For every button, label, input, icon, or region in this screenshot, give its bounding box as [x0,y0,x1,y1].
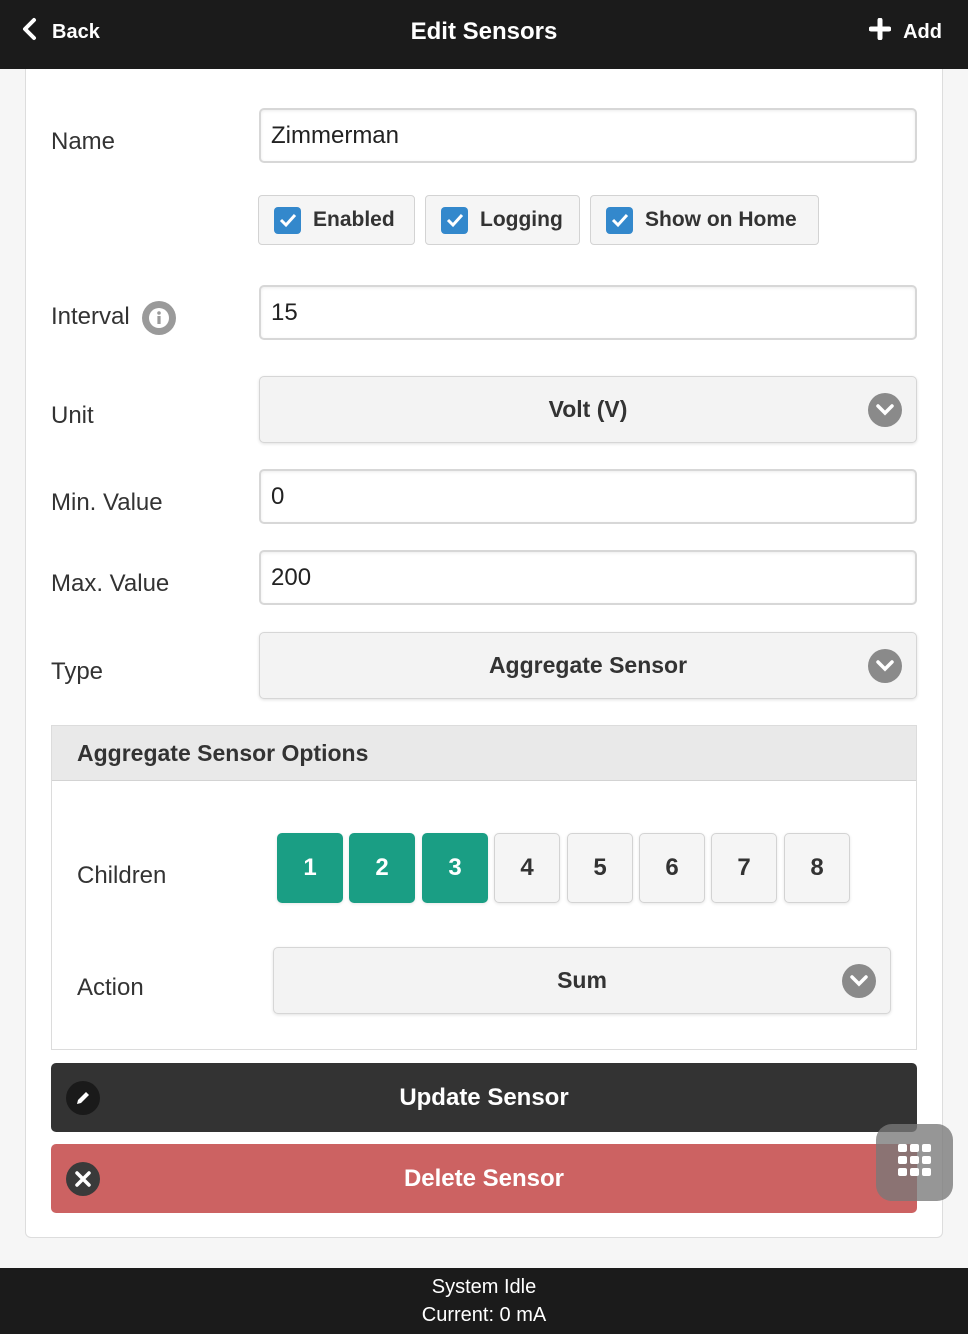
action-select[interactable]: Sum [273,947,891,1014]
current-readout: Current: 0 mA [421,1304,547,1326]
unit-label: Unit [51,402,94,429]
status-footer: System Idle Current: 0 mA [0,1268,968,1334]
name-value: Zimmerman [271,121,400,149]
check-icon [606,206,633,234]
name-label: Name [51,128,116,155]
interval-input[interactable]: 15 [259,285,917,340]
update-sensor-button[interactable]: Update Sensor [51,1063,917,1132]
chevron-down-icon [868,648,902,683]
info-icon[interactable] [142,301,176,335]
check-icon [274,206,301,234]
top-bar: Back Edit Sensors Add [0,0,968,69]
enabled-checkbox[interactable]: Enabled [258,195,415,245]
chevron-down-icon [868,392,902,427]
unit-select[interactable]: Volt (V) [259,376,917,443]
plus-icon [868,17,892,46]
min-value-label: Min. Value [51,489,163,516]
child-button-8[interactable]: 8 [784,833,850,903]
aggregate-options-title: Aggregate Sensor Options [52,726,916,781]
system-status: System Idle [431,1276,537,1298]
child-button-6[interactable]: 6 [639,833,705,903]
page-title: Edit Sensors [410,18,558,45]
add-label: Add [903,20,942,43]
show-on-home-label: Show on Home [645,208,797,231]
update-sensor-label: Update Sensor [399,1083,569,1111]
type-value: Aggregate Sensor [488,652,688,678]
grid-icon [897,1143,933,1182]
max-value-label: Max. Value [51,570,170,597]
chevron-down-icon [842,963,876,998]
interval-value: 15 [271,298,298,326]
pencil-icon [66,1080,100,1115]
show-on-home-checkbox[interactable]: Show on Home [590,195,819,245]
max-value: 200 [271,563,312,591]
add-button[interactable]: Add [868,16,942,48]
min-value-input[interactable]: 0 [259,469,917,524]
action-value: Sum [557,967,607,993]
child-button-3[interactable]: 3 [422,833,488,903]
close-icon [66,1161,100,1196]
enabled-label: Enabled [313,208,395,231]
interval-label: Interval [51,303,130,330]
name-input[interactable]: Zimmerman [259,108,917,163]
delete-sensor-label: Delete Sensor [403,1164,565,1192]
child-button-7[interactable]: 7 [711,833,777,903]
children-label: Children [77,862,167,889]
type-label: Type [51,658,104,685]
type-select[interactable]: Aggregate Sensor [259,632,917,699]
logging-label: Logging [480,208,563,231]
check-icon [441,206,468,234]
delete-sensor-button[interactable]: Delete Sensor [51,1144,917,1213]
keypad-button[interactable] [876,1124,953,1201]
min-value: 0 [271,482,285,510]
max-value-input[interactable]: 200 [259,550,917,605]
logging-checkbox[interactable]: Logging [425,195,580,245]
unit-value: Volt (V) [548,396,628,422]
child-button-1[interactable]: 1 [277,833,343,903]
child-button-2[interactable]: 2 [349,833,415,903]
child-button-4[interactable]: 4 [494,833,560,903]
action-label: Action [77,974,144,1001]
child-button-5[interactable]: 5 [567,833,633,903]
